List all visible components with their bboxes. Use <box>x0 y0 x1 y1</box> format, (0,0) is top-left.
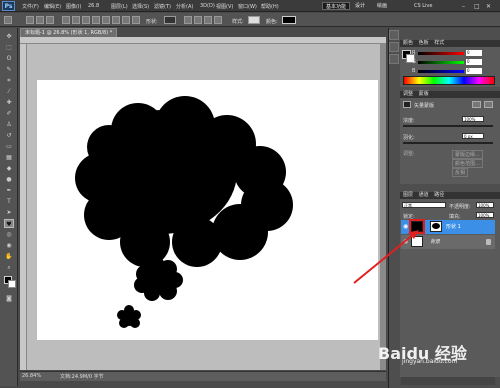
watermark-url: jingyan.baidu.com <box>402 358 458 365</box>
annotation-arrow <box>353 230 419 284</box>
